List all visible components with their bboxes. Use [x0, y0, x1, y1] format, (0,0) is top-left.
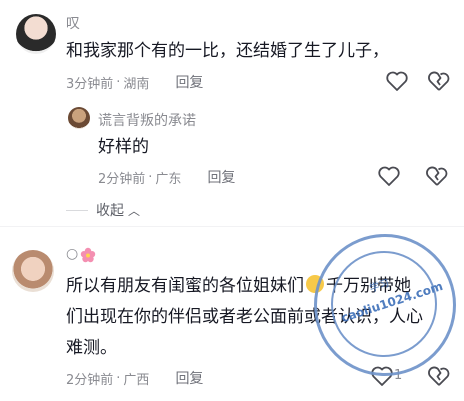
collapse-button[interactable]: 收起 ︿: [96, 200, 140, 220]
avatar[interactable]: [12, 250, 54, 292]
separator: ·: [116, 370, 121, 386]
collapse-line: [66, 210, 88, 211]
watermark-stamp: 学习 caoliu1024.com: [314, 234, 456, 376]
comment-username[interactable]: ○: [66, 246, 78, 262]
like-icon[interactable]: [377, 165, 401, 187]
collapse-label: 收起: [96, 203, 124, 219]
comment-location: 湖南: [123, 76, 150, 92]
avatar[interactable]: [16, 14, 56, 54]
dislike-icon[interactable]: [427, 70, 451, 92]
reply-location: 广东: [155, 171, 182, 187]
comment-meta: 3分钟前 · 湖南 回复: [66, 72, 203, 92]
dislike-icon[interactable]: [425, 165, 449, 187]
reply-avatar[interactable]: [68, 107, 90, 129]
comment-text-line: 难测。: [66, 338, 117, 358]
reply-text: 好样的: [98, 137, 149, 157]
reply-time: 2分钟前: [98, 171, 146, 187]
comment-time: 3分钟前: [66, 76, 114, 92]
comment-time: 2分钟前: [66, 372, 114, 388]
reply-button[interactable]: 回复: [175, 368, 203, 388]
reply-username[interactable]: 谎言背叛的承诺: [98, 110, 196, 130]
comment-location: 广西: [123, 372, 150, 388]
reply-button[interactable]: 回复: [175, 72, 203, 92]
comment-text-part: 所以有朋友有闺蜜的各位姐妹们: [66, 276, 304, 296]
like-icon[interactable]: [385, 70, 409, 92]
comment-username[interactable]: 叹: [66, 13, 80, 33]
reply-button[interactable]: 回复: [207, 167, 235, 187]
comment-meta: 2分钟前 · 广西 回复: [66, 368, 203, 388]
separator: ·: [116, 74, 121, 90]
comment-text: 和我家那个有的一比，还结婚了生了儿子，: [66, 41, 389, 61]
dislike-icon[interactable]: [427, 365, 451, 387]
divider: [0, 226, 464, 227]
chevron-up-icon: ︿: [128, 203, 141, 218]
reply-meta: 2分钟前 · 广东 回复: [98, 167, 235, 187]
separator: ·: [148, 169, 153, 185]
flower-emoji-icon: [80, 247, 96, 263]
